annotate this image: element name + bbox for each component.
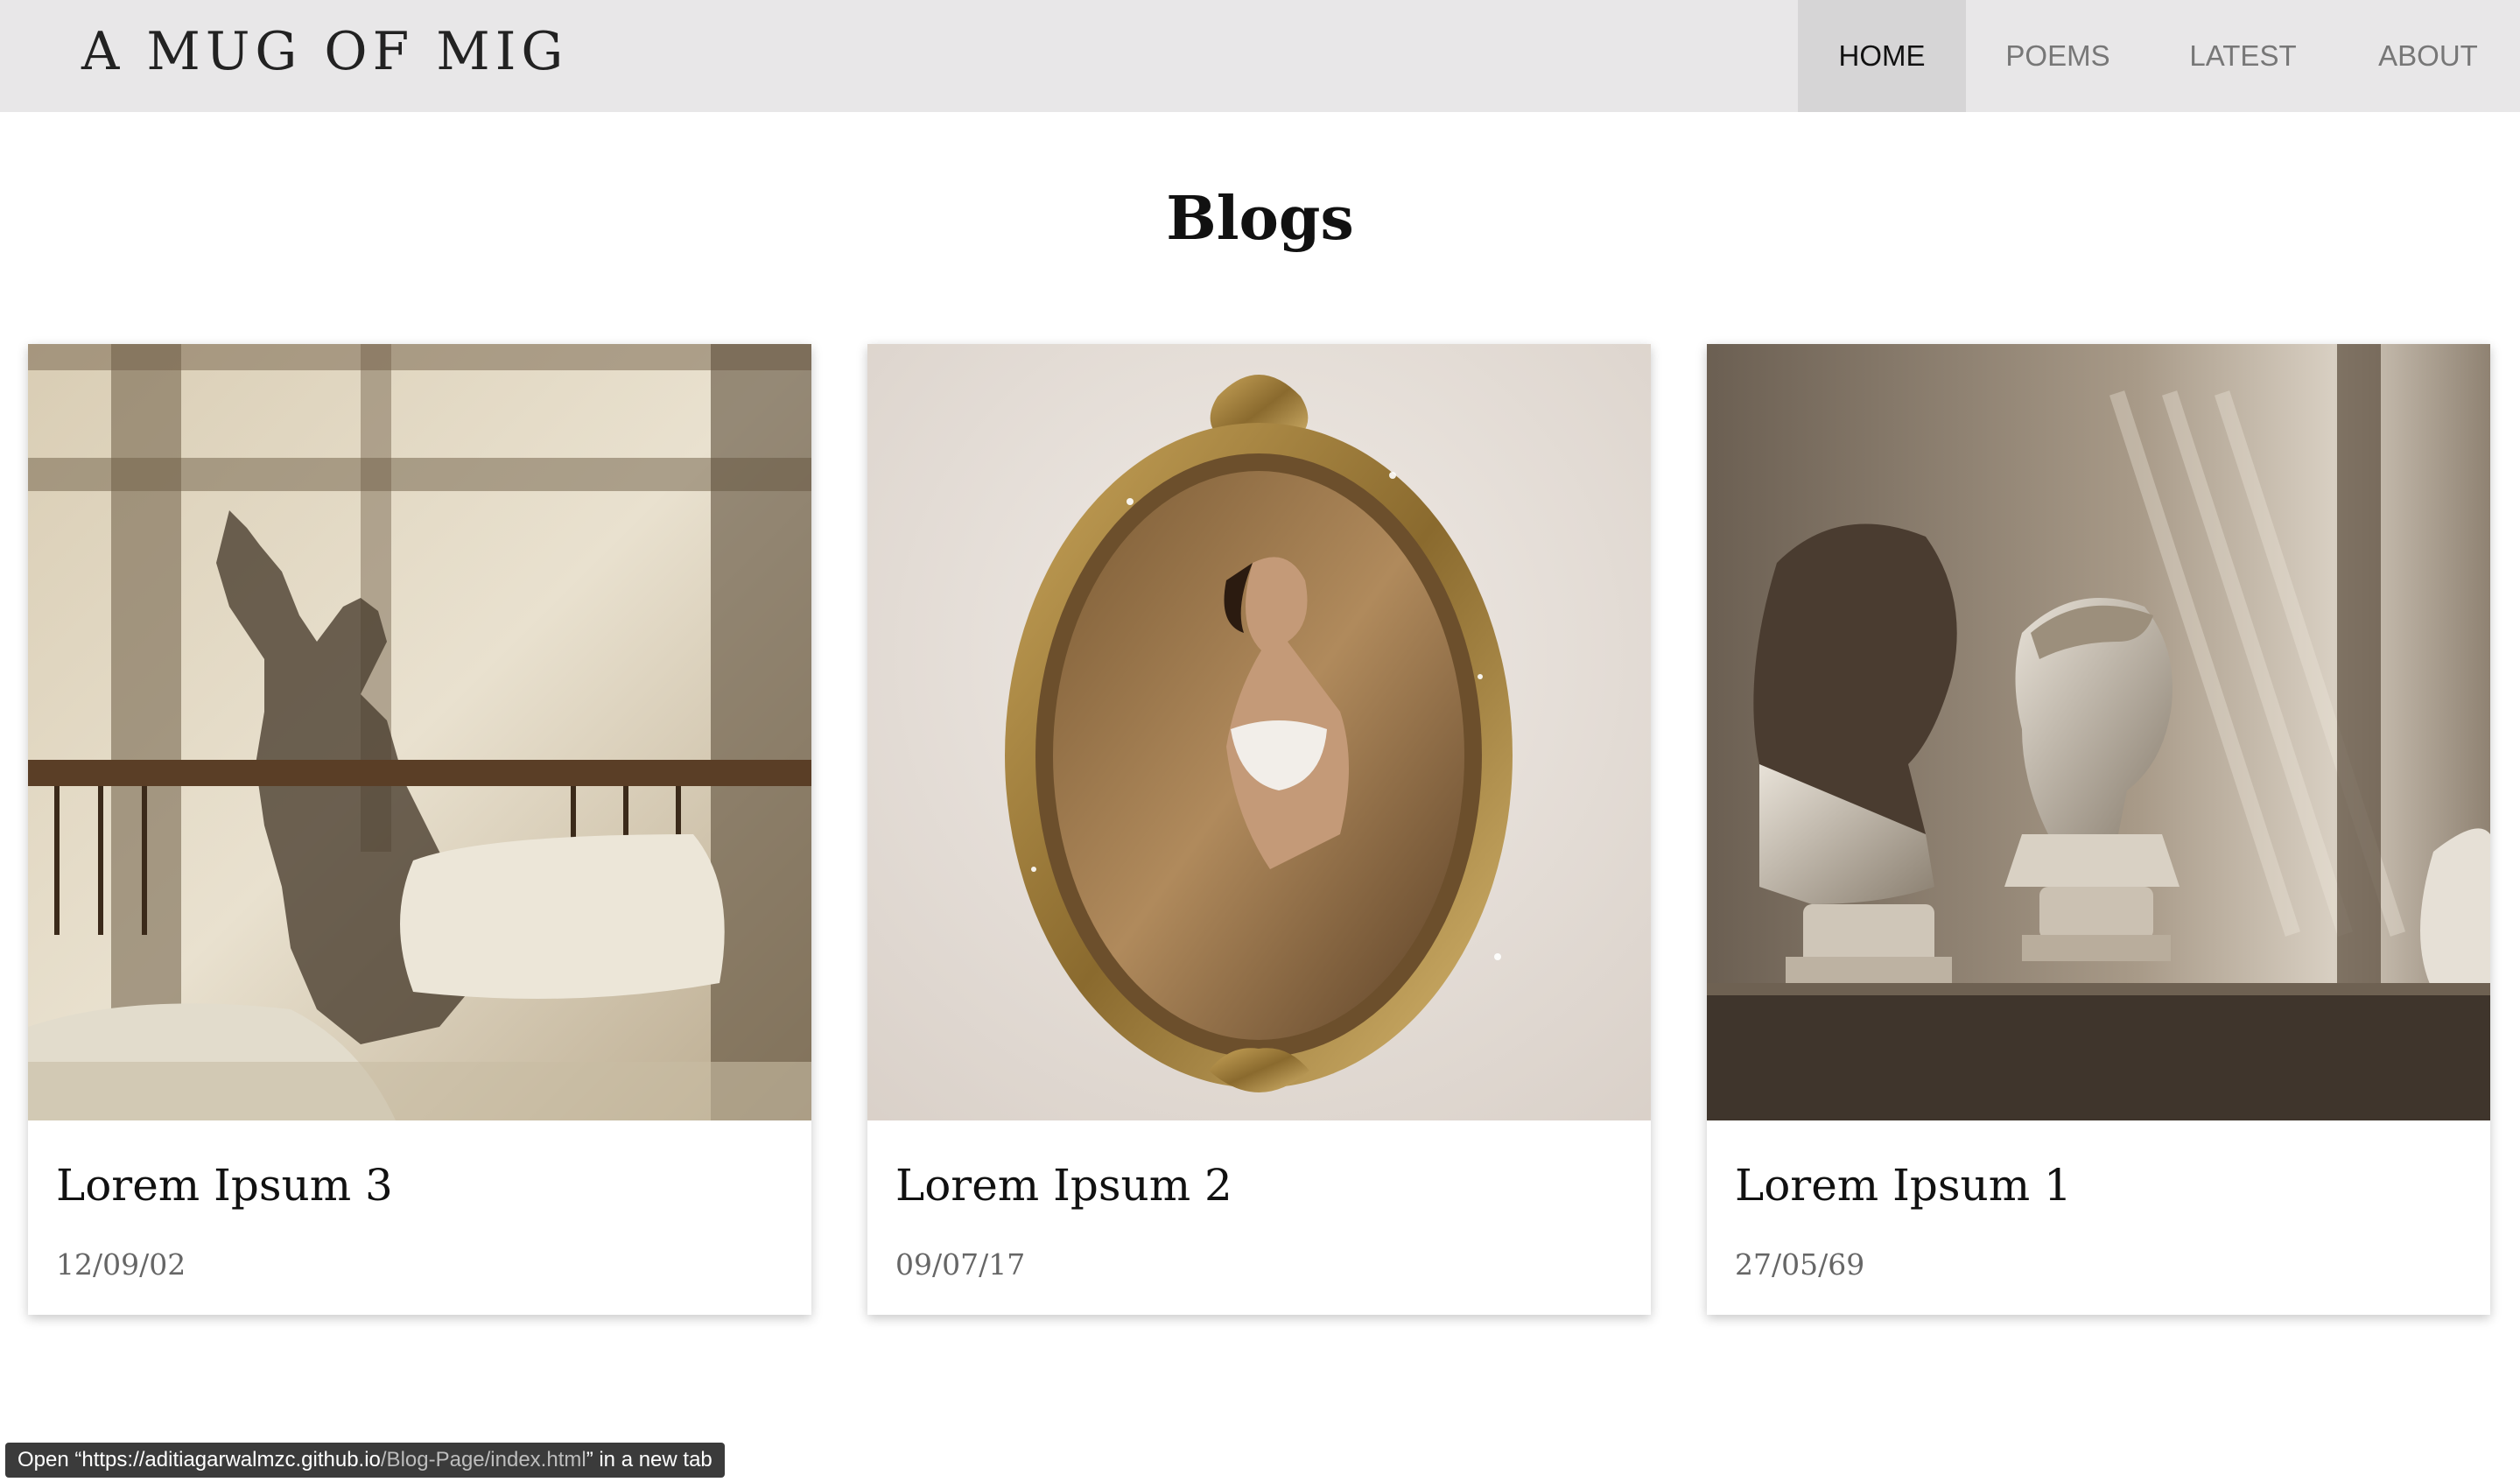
blog-card[interactable]: Lorem Ipsum 3 12/09/02 [28,344,811,1315]
blog-card-date: 27/05/69 [1735,1247,1865,1282]
blog-card-image-shadow-silhouette[interactable] [28,344,811,1120]
blog-card[interactable]: Lorem Ipsum 2 09/07/17 [867,344,1651,1315]
blog-card-title[interactable]: Lorem Ipsum 2 [895,1160,1232,1211]
nav-links: HOME POEMS LATEST ABOUT [1798,0,2520,112]
blog-card-date: 09/07/17 [895,1247,1026,1282]
status-bar-prefix: Open “ [18,1448,82,1471]
top-navbar: A MUG OF MIG HOME POEMS LATEST ABOUT [0,0,2520,112]
status-bar-suffix: ” in a new tab [586,1448,712,1471]
nav-about-link[interactable]: ABOUT [2336,0,2520,112]
status-bar-url-path: /Blog-Page/index.html [380,1448,586,1471]
blog-card-title[interactable]: Lorem Ipsum 1 [1735,1160,2072,1211]
blog-card-date: 12/09/02 [56,1247,186,1282]
blog-card-image-marble-busts[interactable] [1707,344,2490,1120]
nav-poems-link[interactable]: POEMS [1966,0,2150,112]
nav-home-link[interactable]: HOME [1798,0,1966,112]
blog-card-image-gold-mirror[interactable] [867,344,1651,1120]
site-logo[interactable]: A MUG OF MIG [81,21,568,82]
nav-latest-link[interactable]: LATEST [2150,0,2336,112]
blog-card-title[interactable]: Lorem Ipsum 3 [56,1160,393,1211]
status-bar-url-host: https://aditiagarwalmzc.github.io [81,1448,381,1471]
link-status-bar: Open “https://aditiagarwalmzc.github.io/… [5,1443,725,1478]
blog-card[interactable]: Lorem Ipsum 1 27/05/69 [1707,344,2490,1315]
page-title: Blogs [1166,184,1354,254]
